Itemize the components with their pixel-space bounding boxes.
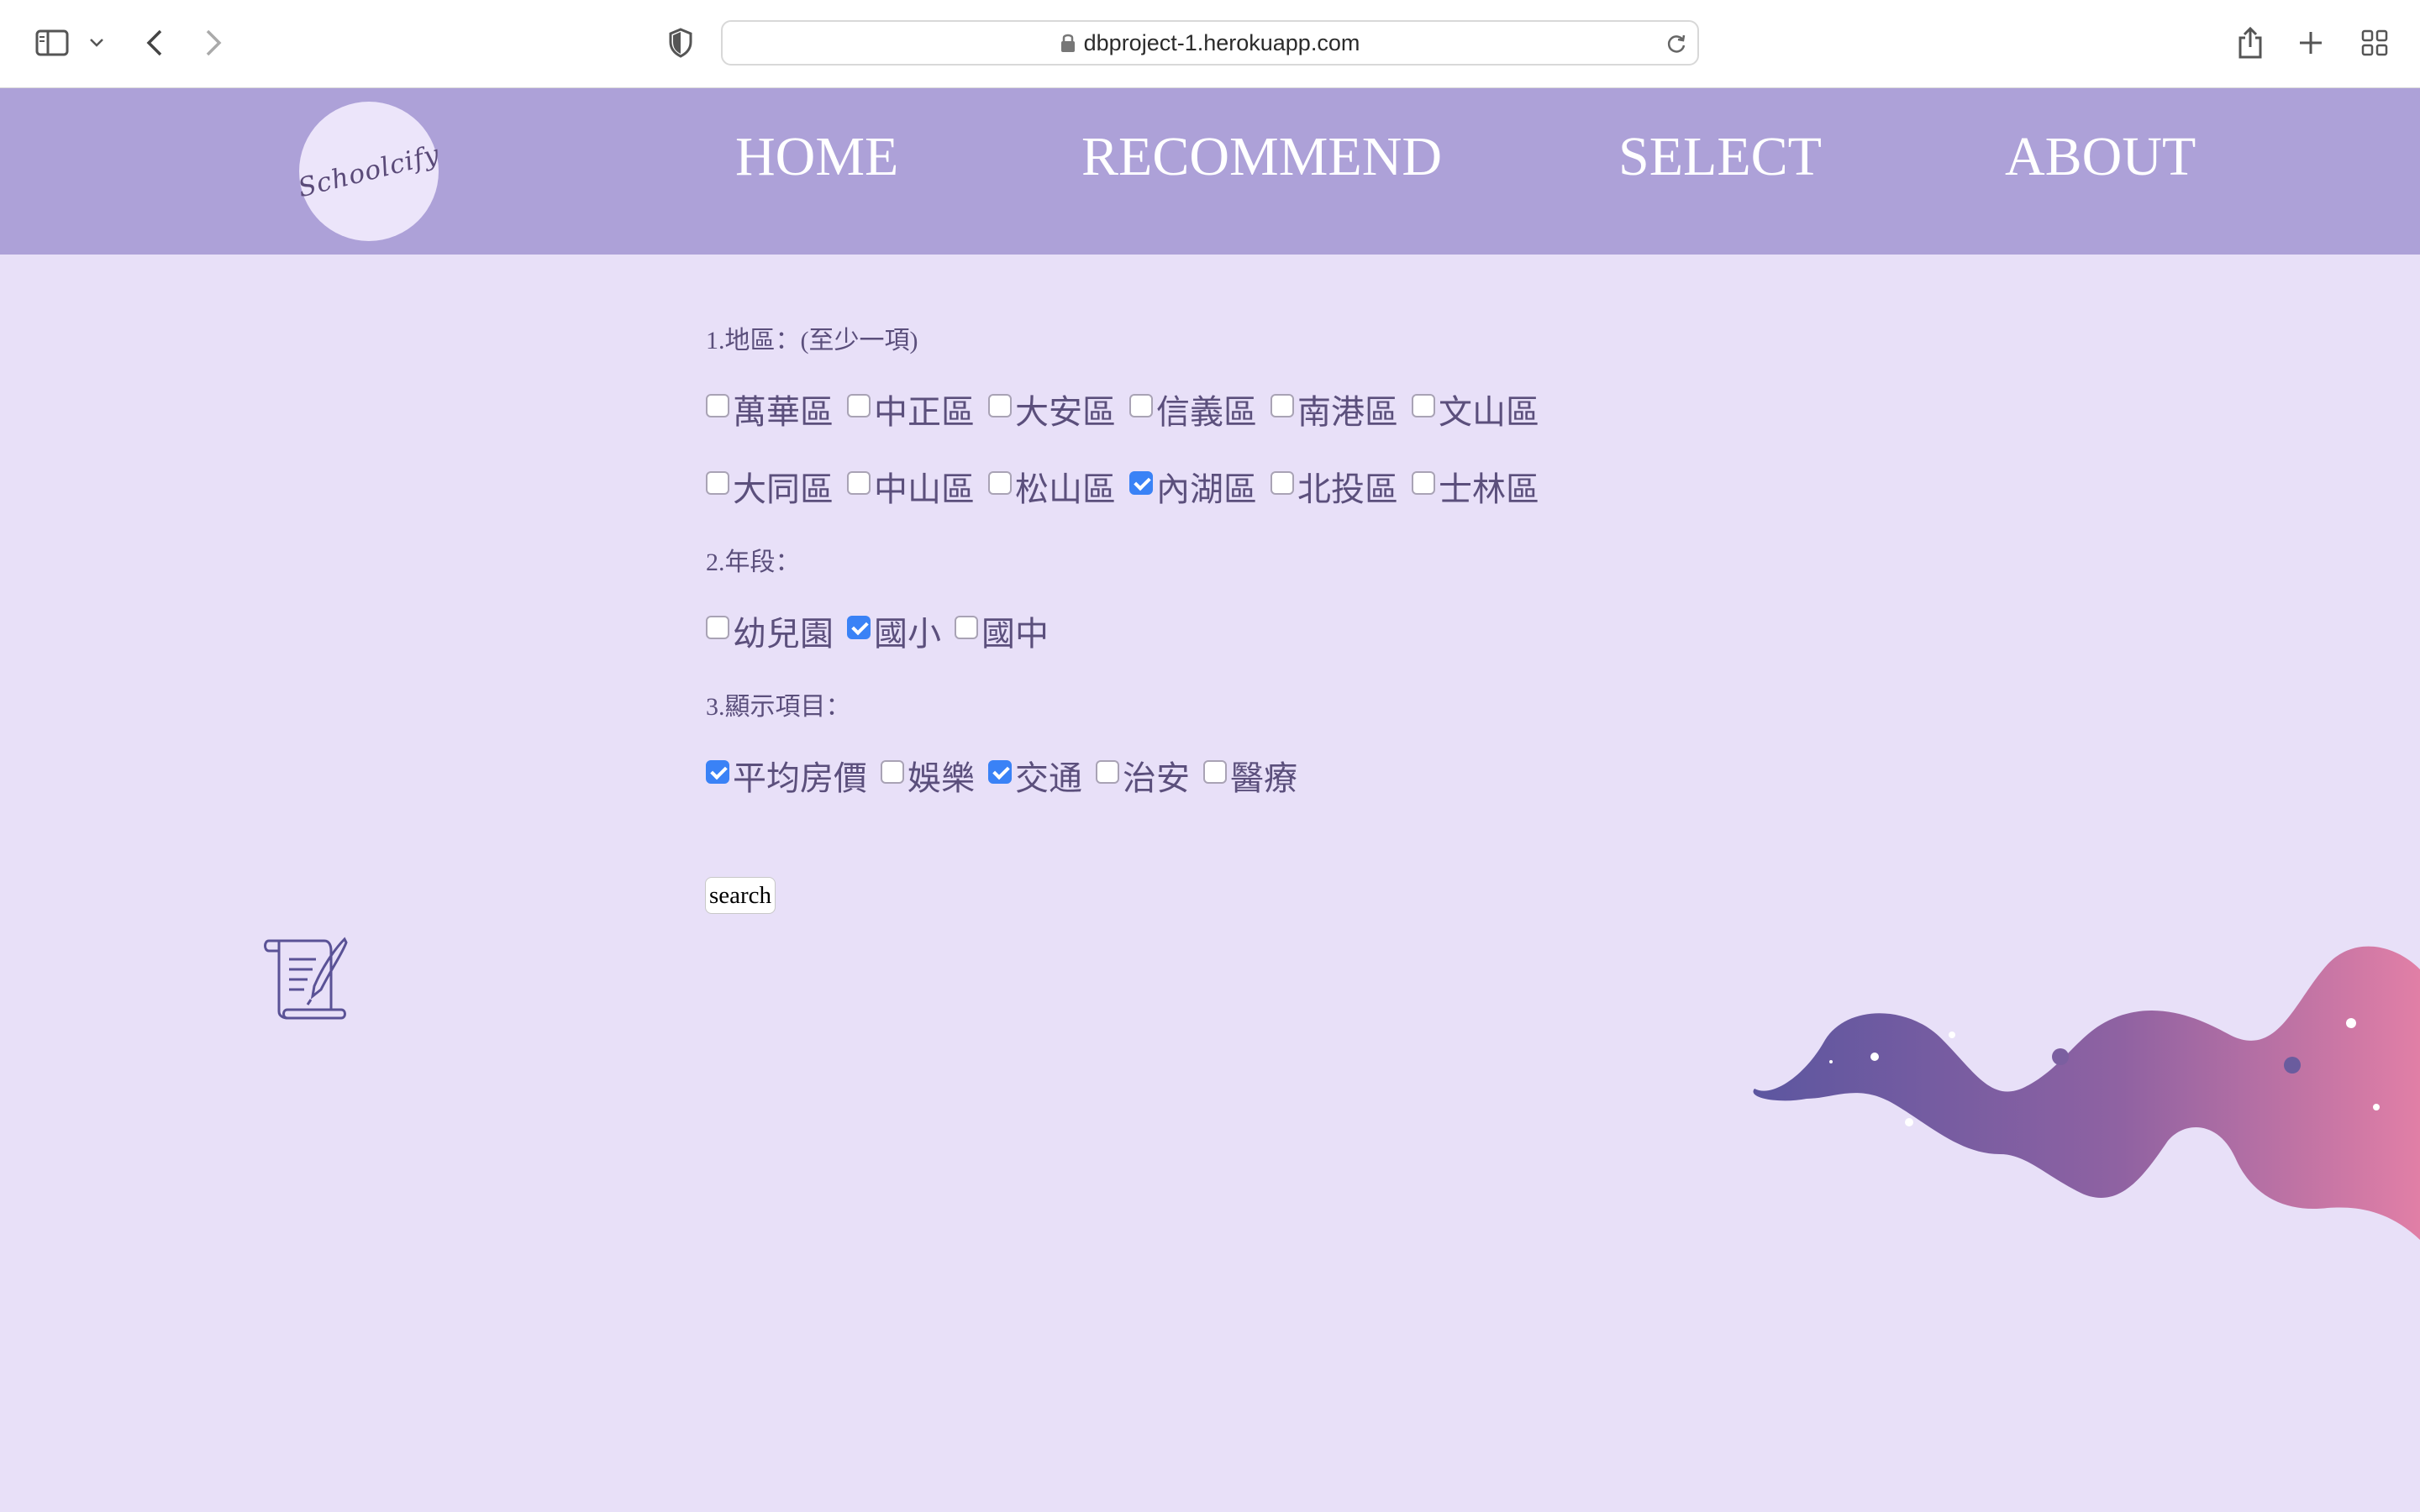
option-label: 交通 <box>1015 759 1082 797</box>
display-option[interactable]: 平均房價 <box>706 751 867 800</box>
option-label: 信義區 <box>1156 393 1257 431</box>
option-label: 內湖區 <box>1156 470 1257 508</box>
checkbox[interactable] <box>988 394 1012 417</box>
checkbox[interactable] <box>1129 471 1153 495</box>
checkbox[interactable] <box>1270 394 1294 417</box>
tabs-grid-icon[interactable] <box>2358 22 2391 64</box>
forward-icon[interactable] <box>197 22 230 64</box>
district-option[interactable]: 內湖區 <box>1129 462 1257 511</box>
display-option[interactable]: 娛樂 <box>881 751 975 800</box>
checkbox[interactable] <box>988 760 1012 784</box>
scroll-icon <box>262 934 351 1026</box>
district-option[interactable]: 南港區 <box>1270 385 1398 433</box>
logo-text: Schoolcify <box>295 139 443 204</box>
district-row-2: 大同區 中山區 松山區 內湖區 北投區 士林區 <box>706 462 1553 511</box>
district-option[interactable]: 萬華區 <box>706 385 834 433</box>
back-icon[interactable] <box>138 22 171 64</box>
level-option[interactable]: 國中 <box>955 606 1049 655</box>
display-option[interactable]: 治安 <box>1096 751 1190 800</box>
share-icon[interactable] <box>2233 22 2267 64</box>
option-label: 松山區 <box>1015 470 1116 508</box>
checkbox[interactable] <box>847 616 871 639</box>
checkbox[interactable] <box>881 760 904 784</box>
display-label: 3.顯示項目： <box>706 693 851 721</box>
checkbox[interactable] <box>988 471 1012 495</box>
logo[interactable]: Schoolcify <box>295 102 443 241</box>
option-label: 萬華區 <box>733 393 834 431</box>
district-option[interactable]: 大安區 <box>988 385 1116 433</box>
district-option[interactable]: 大同區 <box>706 462 834 511</box>
checkbox[interactable] <box>1412 394 1435 417</box>
district-option[interactable]: 士林區 <box>1412 462 1539 511</box>
nav-recommend[interactable]: RECOMMEND <box>1081 125 1442 189</box>
display-row: 平均房價 娛樂 交通 治安 醫療 <box>706 751 1311 800</box>
level-label: 2.年段： <box>706 549 801 576</box>
lock-icon <box>1060 34 1075 52</box>
shield-icon[interactable] <box>664 22 697 64</box>
checkbox[interactable] <box>1129 394 1153 417</box>
decorative-wave <box>1748 939 2420 1246</box>
checkbox[interactable] <box>706 471 729 495</box>
district-option[interactable]: 中山區 <box>847 462 975 511</box>
nav-about[interactable]: ABOUT <box>2005 125 2196 189</box>
checkbox[interactable] <box>1096 760 1119 784</box>
display-option[interactable]: 交通 <box>988 751 1082 800</box>
nav-home[interactable]: HOME <box>735 125 898 189</box>
plus-icon[interactable] <box>2294 22 2328 64</box>
browser-toolbar: dbproject-1.herokuapp.com <box>0 0 2420 88</box>
option-label: 文山區 <box>1439 393 1539 431</box>
option-label: 醫療 <box>1230 759 1297 797</box>
option-label: 國中 <box>981 615 1049 653</box>
level-option[interactable]: 幼兒園 <box>706 606 834 655</box>
district-label: 1.地區：(至少一項) <box>706 327 918 354</box>
search-button[interactable]: search <box>705 877 776 914</box>
nav-select[interactable]: SELECT <box>1618 125 1822 189</box>
option-label: 國小 <box>874 615 941 653</box>
checkbox[interactable] <box>706 616 729 639</box>
reload-icon[interactable] <box>1665 33 1687 55</box>
district-option[interactable]: 文山區 <box>1412 385 1539 433</box>
checkbox[interactable] <box>847 471 871 495</box>
option-label: 娛樂 <box>908 759 975 797</box>
district-option[interactable]: 北投區 <box>1270 462 1398 511</box>
site-header: Schoolcify HOME RECOMMEND SELECT ABOUT <box>0 88 2420 255</box>
checkbox[interactable] <box>1412 471 1435 495</box>
address-bar[interactable]: dbproject-1.herokuapp.com <box>721 20 1699 66</box>
district-option[interactable]: 松山區 <box>988 462 1116 511</box>
checkbox[interactable] <box>847 394 871 417</box>
option-label: 幼兒園 <box>733 615 834 653</box>
option-label: 士林區 <box>1439 470 1539 508</box>
option-label: 大安區 <box>1015 393 1116 431</box>
checkbox[interactable] <box>955 616 978 639</box>
option-label: 南港區 <box>1297 393 1398 431</box>
level-option[interactable]: 國小 <box>847 606 941 655</box>
district-option[interactable]: 信義區 <box>1129 385 1257 433</box>
option-label: 中山區 <box>874 470 975 508</box>
display-option[interactable]: 醫療 <box>1203 751 1297 800</box>
checkbox[interactable] <box>1203 760 1227 784</box>
checkbox[interactable] <box>706 760 729 784</box>
url-text: dbproject-1.herokuapp.com <box>1083 29 1360 55</box>
checkbox[interactable] <box>1270 471 1294 495</box>
district-row-1: 萬華區 中正區 大安區 信義區 南港區 文山區 <box>706 385 1553 433</box>
checkbox[interactable] <box>706 394 729 417</box>
sidebar-icon[interactable] <box>32 22 72 64</box>
chevron-down-icon[interactable] <box>84 22 109 64</box>
level-row: 幼兒園 國小 國中 <box>706 606 1062 655</box>
option-label: 北投區 <box>1297 470 1398 508</box>
district-option[interactable]: 中正區 <box>847 385 975 433</box>
option-label: 平均房價 <box>733 759 867 797</box>
option-label: 大同區 <box>733 470 834 508</box>
option-label: 治安 <box>1123 759 1190 797</box>
option-label: 中正區 <box>874 393 975 431</box>
